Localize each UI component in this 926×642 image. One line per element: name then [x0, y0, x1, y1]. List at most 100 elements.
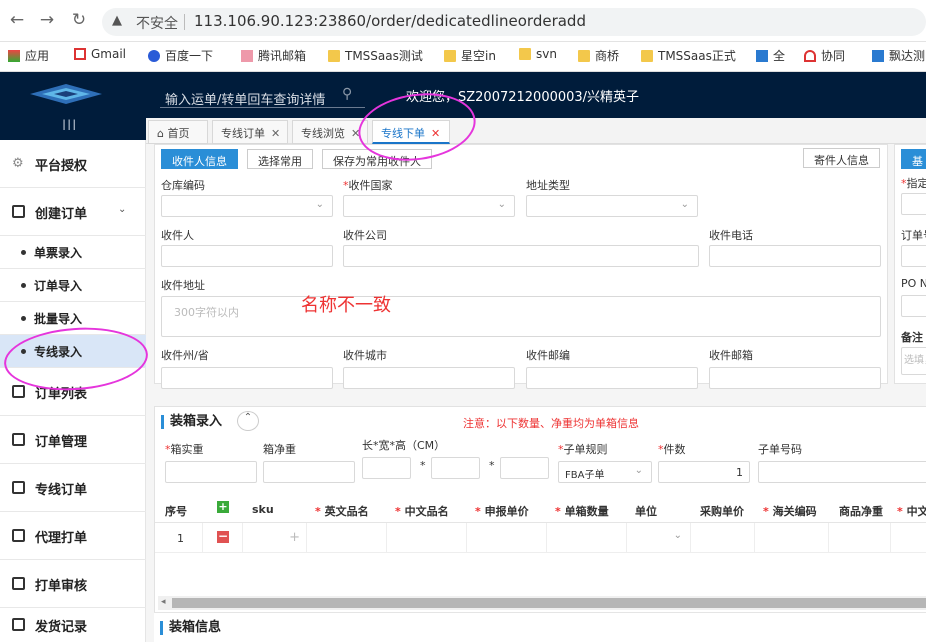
bookmark-folder[interactable]: svn — [519, 47, 557, 61]
bookmark-folder[interactable]: TMSSaas测试 — [328, 47, 423, 64]
sidebar-item-print-review[interactable]: 打单审核 — [0, 560, 146, 608]
warehouse-code-select[interactable]: ⌄ — [161, 195, 333, 217]
net-weight-cell[interactable] — [829, 523, 891, 553]
width-input[interactable] — [431, 457, 480, 479]
city-input[interactable] — [343, 367, 515, 389]
sidebar-item-platform-auth[interactable]: ⚙ 平台授权 — [0, 140, 146, 188]
folder-icon — [641, 50, 653, 62]
chevron-up-icon[interactable]: ⌃ — [237, 411, 259, 431]
length-input[interactable] — [362, 457, 411, 479]
address-textarea[interactable]: 300字符以内 — [161, 296, 881, 337]
sidebar-item-agent-print[interactable]: 代理打单 — [0, 512, 146, 560]
bookmark-folder[interactable]: 商桥 — [578, 47, 619, 64]
sub-rule-select[interactable]: FBA子单 ⌄ — [558, 461, 652, 483]
right-panel: 基 *指定 订单号 PO N 备注 选填， — [894, 144, 926, 384]
bullet-icon — [21, 316, 26, 321]
cn-extra-cell[interactable] — [891, 523, 926, 553]
menu-toggle-icon[interactable]: III — [62, 118, 77, 134]
sidebar-item-order-import[interactable]: 订单导入 — [0, 269, 146, 302]
sidebar-item-single-entry[interactable]: 单票录入 — [0, 236, 146, 269]
hs-code-cell[interactable] — [755, 523, 829, 553]
tab-dedicated-orders[interactable]: 专线订单 ✕ — [212, 120, 288, 144]
box-icon — [12, 204, 25, 218]
purchase-price-cell[interactable] — [691, 523, 755, 553]
order-no-input[interactable] — [901, 245, 926, 267]
tab-dedicated-browse[interactable]: 专线浏览 ✕ — [292, 120, 368, 144]
reload-icon[interactable]: ↻ — [68, 10, 90, 30]
company-input[interactable] — [343, 245, 699, 267]
folder-icon — [328, 50, 340, 62]
tab-bar: ⌂ 首页 专线订单 ✕ 专线浏览 ✕ 专线下单 ✕ — [146, 118, 926, 144]
specify-input[interactable] — [901, 193, 926, 215]
unit-cell[interactable]: ⌄ — [627, 523, 691, 553]
sidebar-item-create-order[interactable]: 创建订单 ⌄ — [0, 188, 146, 236]
remark-input[interactable]: 选填， — [901, 347, 926, 375]
select-common-button[interactable]: 选择常用 — [247, 149, 313, 169]
state-input[interactable] — [161, 367, 333, 389]
add-row-icon[interactable]: + — [217, 501, 229, 513]
site-icon — [804, 50, 816, 62]
plus-icon[interactable]: + — [289, 530, 300, 545]
times-sign: * — [420, 459, 426, 472]
bookmark-all[interactable]: 全 — [756, 47, 785, 64]
box-qty-cell[interactable] — [547, 523, 627, 553]
sidebar-item-ship-records[interactable]: 发货记录 — [0, 608, 146, 642]
box-net-input[interactable] — [263, 461, 355, 483]
bookmark-folder[interactable]: 星空in — [444, 47, 496, 64]
sidebar-item-label: 订单导入 — [34, 279, 83, 293]
email-label: 收件邮箱 — [709, 349, 753, 362]
col-purchase-price: 采购单价 — [700, 505, 744, 518]
bookmark-piaoda[interactable]: 飘达测 — [872, 47, 925, 64]
back-icon[interactable]: ← — [6, 10, 28, 30]
forward-icon[interactable]: → — [36, 10, 58, 30]
col-cn-name: * 中文品名 — [395, 505, 449, 518]
bookmark-xietong[interactable]: 协同 — [804, 47, 845, 64]
scrollbar-thumb[interactable] — [172, 598, 926, 608]
height-input[interactable] — [500, 457, 549, 479]
declared-price-cell[interactable] — [467, 523, 547, 553]
po-input[interactable] — [901, 295, 926, 317]
cn-name-cell[interactable] — [387, 523, 467, 553]
sidebar: ⚙ 平台授权 创建订单 ⌄ 单票录入 订单导入 批量导入 专线录入 订单列表 订… — [0, 140, 146, 642]
email-input[interactable] — [709, 367, 881, 389]
sidebar-item-label: 平台授权 — [35, 158, 88, 174]
bookmark-gmail[interactable]: Gmail — [74, 47, 126, 61]
receiver-name-input[interactable] — [161, 245, 333, 267]
scroll-left-icon[interactable]: ◂ — [161, 597, 166, 607]
phone-input[interactable] — [709, 245, 881, 267]
chevron-down-icon[interactable]: ⌄ — [118, 204, 126, 215]
search-placeholder: 输入运单/转单回车查询详情 — [165, 93, 326, 108]
close-icon[interactable]: ✕ — [271, 127, 280, 140]
bookmark-baidu[interactable]: 百度一下 — [148, 47, 213, 64]
url-text[interactable]: 113.106.90.123:23860/order/dedicatedline… — [194, 12, 586, 30]
search-icon[interactable]: ⚲ — [342, 86, 352, 102]
sku-cell[interactable]: + — [243, 523, 307, 553]
receiver-info-tab[interactable]: 收件人信息 — [161, 149, 238, 169]
bookmark-apps[interactable]: 应用 — [8, 47, 49, 64]
bookmark-folder[interactable]: TMSSaas正式 — [641, 47, 736, 64]
address-type-select[interactable]: ⌄ — [526, 195, 698, 217]
country-select[interactable]: ⌄ — [343, 195, 515, 217]
en-name-cell[interactable] — [307, 523, 387, 553]
country-label: *收件国家 — [343, 179, 393, 192]
folder-icon — [444, 50, 456, 62]
bookmark-mail[interactable]: 腾讯邮箱 — [241, 47, 306, 64]
pieces-label: *件数 — [658, 443, 686, 456]
sub-no-label: 子单号码 — [758, 443, 802, 456]
pieces-input[interactable]: 1 — [658, 461, 750, 483]
list-icon — [12, 432, 25, 446]
sidebar-item-order-manage[interactable]: 订单管理 — [0, 416, 146, 464]
remove-row-icon[interactable]: − — [217, 530, 229, 543]
address-bar[interactable]: ▲ 不安全 113.106.90.123:23860/order/dedicat… — [102, 8, 926, 36]
sub-no-input[interactable] — [758, 461, 926, 483]
sidebar-item-dedicated-order[interactable]: 专线订单 — [0, 464, 146, 512]
horizontal-scrollbar[interactable]: ◂ — [158, 596, 926, 610]
search-input[interactable]: 输入运单/转单回车查询详情 ⚲ — [160, 84, 365, 108]
zip-input[interactable] — [526, 367, 698, 389]
row-index-cell: 1 — [155, 523, 203, 553]
po-label: PO N — [901, 277, 926, 290]
tab-home[interactable]: ⌂ 首页 — [148, 120, 208, 144]
sender-info-button[interactable]: 寄件人信息 — [803, 148, 880, 168]
box-weight-input[interactable] — [165, 461, 257, 483]
basic-info-tab[interactable]: 基 — [901, 149, 926, 169]
